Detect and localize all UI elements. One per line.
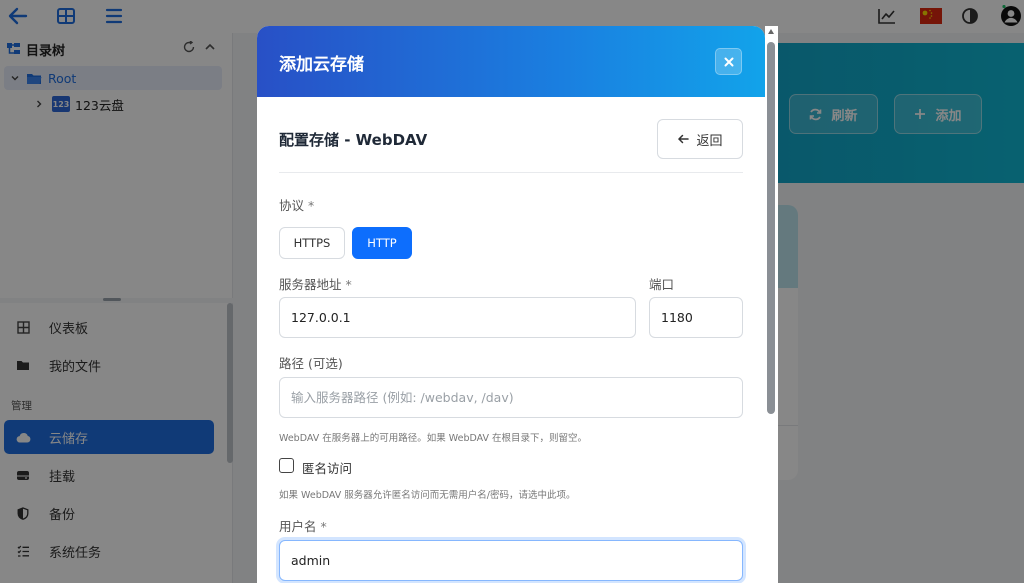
port-input[interactable]: [649, 297, 743, 338]
anonymous-access-checkbox[interactable]: [279, 458, 294, 473]
back-button[interactable]: 返回: [657, 119, 743, 159]
username-label: 用户名 *: [279, 516, 327, 535]
username-label-text: 用户名: [279, 519, 317, 534]
server-address-label: 服务器地址 *: [279, 274, 352, 293]
modal-title: 添加云存储: [279, 55, 364, 75]
scroll-up-arrow-icon[interactable]: [768, 29, 774, 34]
required-mark: *: [320, 519, 327, 534]
protocol-label: 协议 *: [279, 195, 314, 214]
port-label: 端口: [649, 277, 675, 292]
protocol-http-button[interactable]: HTTP: [352, 227, 412, 259]
path-hint: WebDAV 在服务器上的可用路径。如果 WebDAV 在根目录下，则留空。: [279, 433, 588, 444]
anonymous-access-label[interactable]: 匿名访问: [302, 458, 352, 477]
required-mark: *: [308, 198, 315, 213]
path-label: 路径 (可选): [279, 356, 343, 371]
section-divider: [279, 172, 743, 173]
arrow-left-icon: [677, 134, 690, 144]
server-address-label-text: 服务器地址: [279, 277, 342, 292]
modal-scrollbar-thumb[interactable]: [767, 42, 775, 414]
back-button-label: 返回: [696, 133, 723, 149]
close-button[interactable]: [715, 48, 742, 75]
username-input[interactable]: [279, 540, 743, 581]
close-icon: [724, 57, 734, 67]
protocol-label-text: 协议: [279, 198, 305, 213]
protocol-https-button[interactable]: HTTPS: [279, 227, 345, 259]
modal-scrollbar[interactable]: [765, 26, 778, 583]
add-cloud-storage-modal: 添加云存储 配置存储 - WebDAV 返回 协议 * HTTPS HTTP 服…: [257, 26, 765, 583]
server-address-input[interactable]: [279, 297, 636, 338]
anonymous-access-hint: 如果 WebDAV 服务器允许匿名访问而无需用户名/密码，请选中此项。: [279, 490, 576, 501]
path-input[interactable]: [279, 377, 743, 418]
section-title: 配置存储 - WebDAV: [279, 131, 428, 149]
modal-header: 添加云存储: [257, 26, 765, 97]
required-mark: *: [345, 277, 352, 292]
